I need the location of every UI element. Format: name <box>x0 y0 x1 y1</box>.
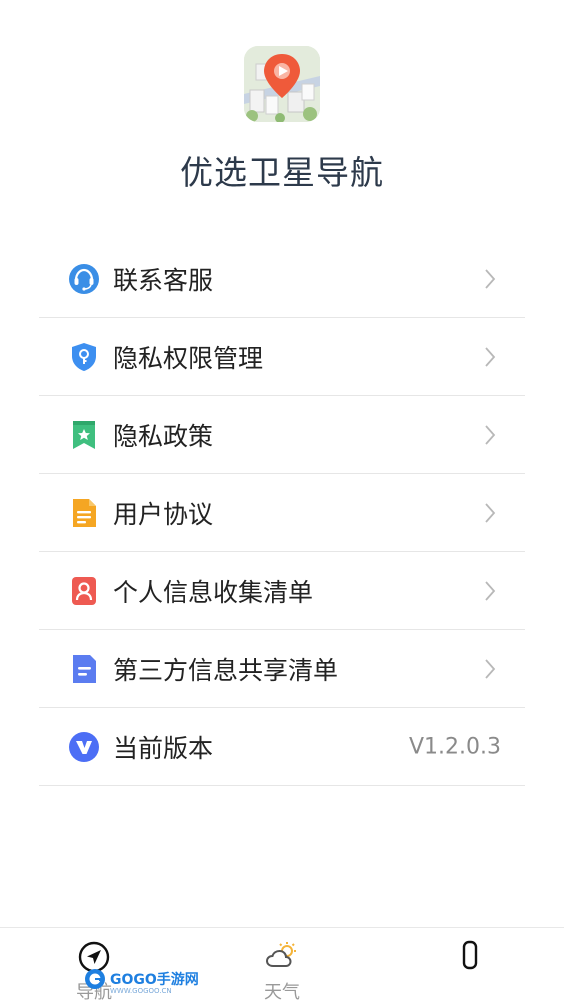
menu-item-user-agreement[interactable]: 用户协议 <box>39 474 525 552</box>
document-icon <box>68 497 100 529</box>
map-pin-city-icon <box>244 46 320 122</box>
version-value: V1.2.0.3 <box>408 734 501 759</box>
chevron-right-icon <box>483 424 497 446</box>
watermark-logo: GOGO手游网 WWW.GOGOO.CN <box>84 968 199 995</box>
app-title: 优选卫星导航 <box>180 153 384 192</box>
tab-weather[interactable]: 天气 <box>222 928 342 1005</box>
settings-menu: 联系客服 隐私权限管理 隐私政策 用户协议 个人信息收集清单 第三方信息共享清单… <box>39 240 525 786</box>
menu-item-privacy-policy[interactable]: 隐私政策 <box>39 396 525 474</box>
menu-item-label: 个人信息收集清单 <box>113 577 314 607</box>
tab-phone[interactable] <box>410 928 530 1005</box>
menu-item-label: 隐私权限管理 <box>113 343 264 373</box>
tab-label: 天气 <box>264 982 300 1003</box>
chevron-right-icon <box>483 658 497 680</box>
menu-item-customer-service[interactable]: 联系客服 <box>39 240 525 318</box>
bottom-tab-bar: 导航 天气 <box>0 927 564 1005</box>
menu-item-personal-info-list[interactable]: 个人信息收集清单 <box>39 552 525 630</box>
phone-outline-icon <box>460 940 480 974</box>
app-logo <box>244 46 320 122</box>
chevron-right-icon <box>483 346 497 368</box>
menu-item-label: 联系客服 <box>113 265 214 295</box>
watermark-text: GOGO手游网 <box>110 972 199 988</box>
list-doc-icon <box>68 653 100 685</box>
menu-item-label: 隐私政策 <box>113 421 214 451</box>
weather-cloud-sun-icon <box>264 940 300 976</box>
menu-item-label: 当前版本 <box>113 733 214 763</box>
headset-icon <box>68 263 100 295</box>
person-card-icon <box>68 575 100 607</box>
shield-key-icon <box>68 341 100 373</box>
menu-item-current-version[interactable]: 当前版本 V1.2.0.3 <box>39 708 525 786</box>
chevron-right-icon <box>483 580 497 602</box>
gogo-logo-icon <box>85 969 105 989</box>
bookmark-star-icon <box>68 419 100 451</box>
menu-item-label: 用户协议 <box>113 499 214 529</box>
v-logo-icon <box>68 731 100 763</box>
menu-item-third-party-sharing-list[interactable]: 第三方信息共享清单 <box>39 630 525 708</box>
chevron-right-icon <box>483 502 497 524</box>
menu-item-label: 第三方信息共享清单 <box>113 655 339 685</box>
menu-item-privacy-permissions[interactable]: 隐私权限管理 <box>39 318 525 396</box>
chevron-right-icon <box>483 268 497 290</box>
watermark-subtext: WWW.GOGOO.CN <box>110 987 172 995</box>
